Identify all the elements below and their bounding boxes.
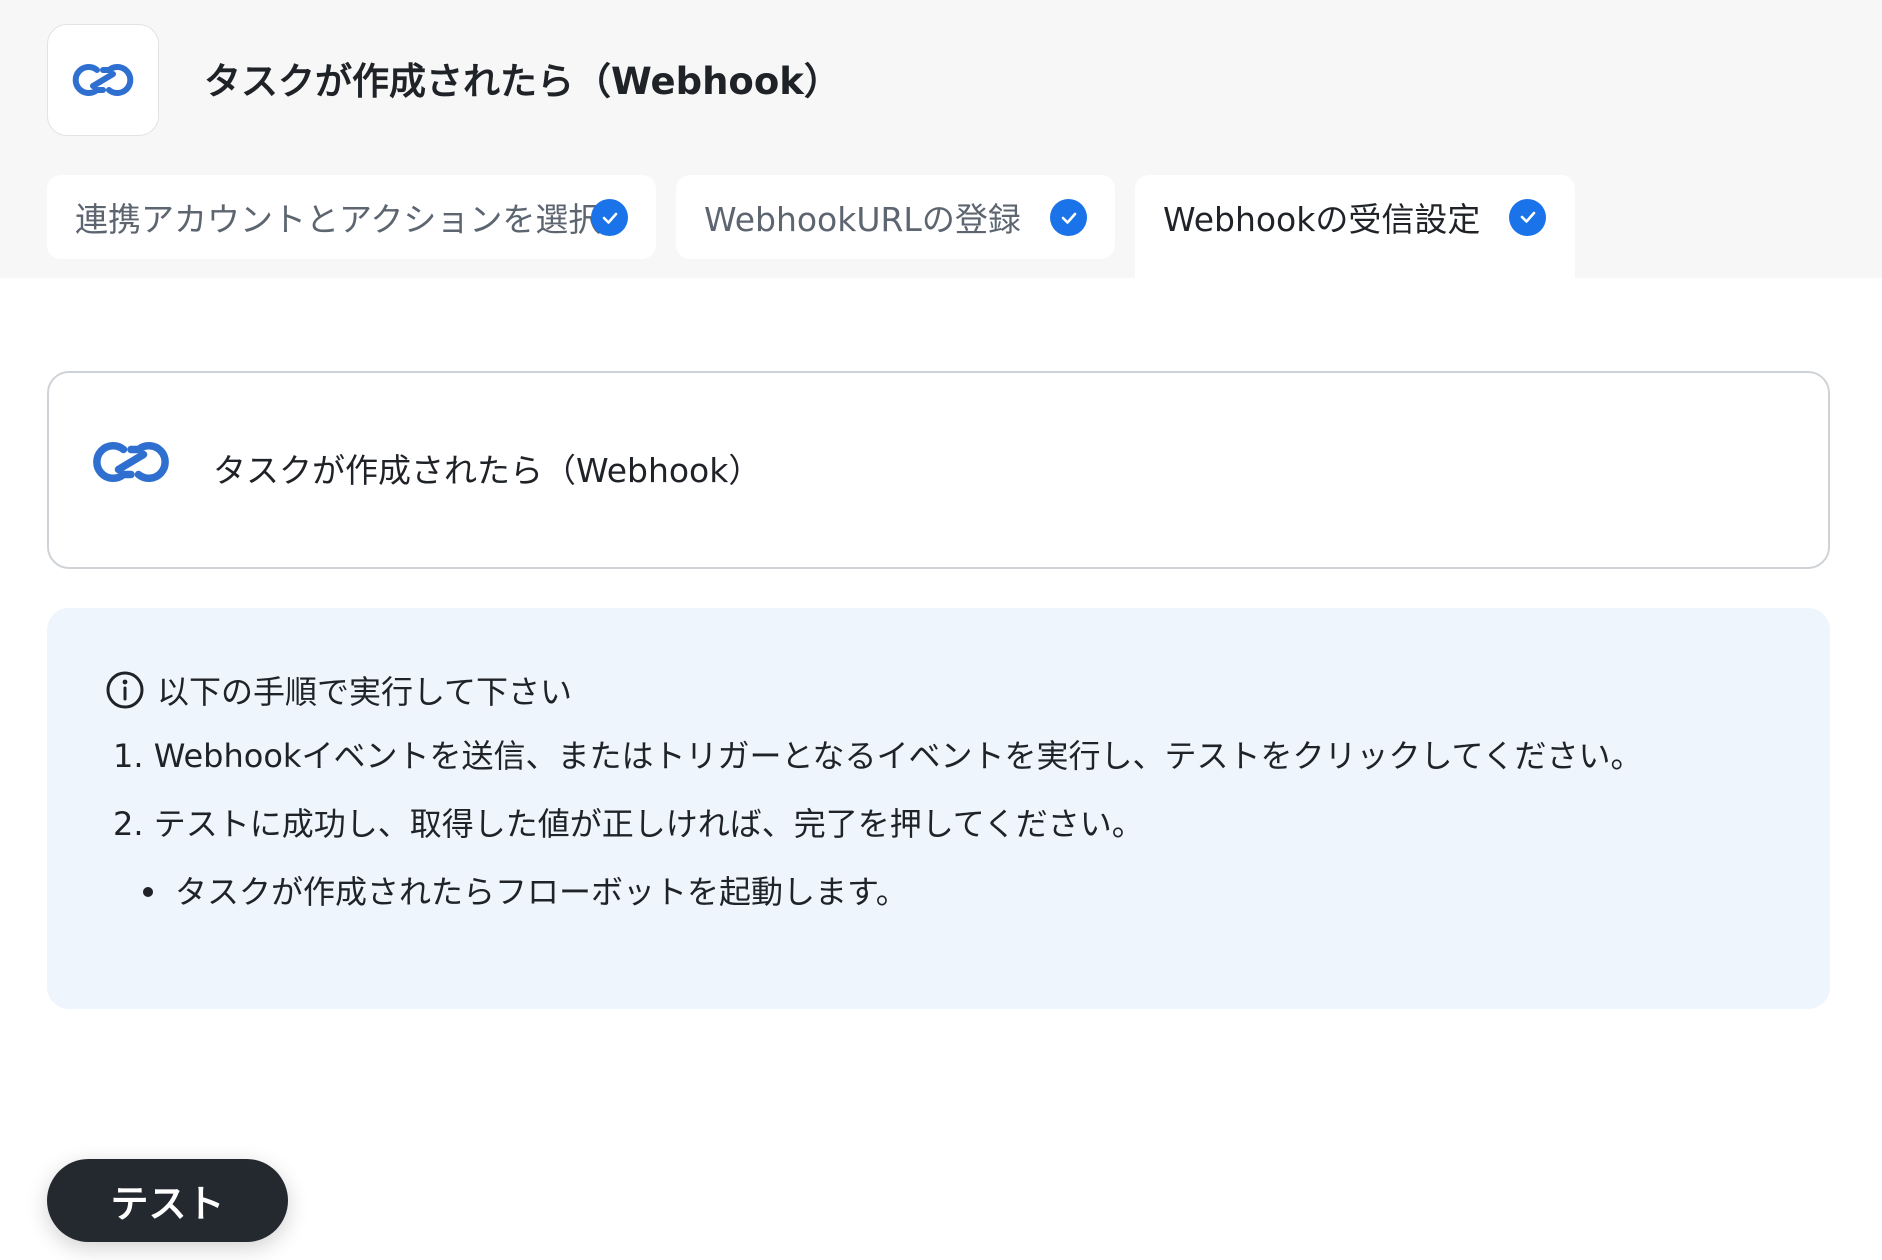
trigger-label: タスクが作成されたら（Webhook） [213, 451, 762, 490]
bullet-dot [143, 887, 153, 897]
step-header: タスクが作成されたら（Webhook） 連携アカウントとアクションを選択 Web… [0, 0, 1882, 278]
zoho-link-icon [72, 64, 134, 96]
checkmark-icon [1509, 198, 1546, 236]
instruction-note: タスクが作成されたらフローボットを起動します。 [143, 870, 908, 914]
instructions-box: 以下の手順で実行して下さい 1. Webhookイベントを送信、またはトリガーと… [47, 608, 1830, 1009]
test-button[interactable]: テスト [47, 1159, 288, 1242]
checkmark-icon [591, 199, 628, 236]
trigger-card: タスクが作成されたら（Webhook） [47, 371, 1830, 569]
instructions-heading: 以下の手順で実行して下さい [105, 667, 572, 713]
tab-label: 連携アカウントとアクションを選択 [75, 200, 602, 239]
app-icon-container [47, 24, 159, 136]
instruction-note-text: タスクが作成されたらフローボットを起動します。 [175, 873, 908, 911]
tab-label: WebhookURLの登録 [704, 200, 1021, 239]
tab-webhook-receive-settings[interactable]: Webhookの受信設定 [1135, 175, 1575, 278]
tab-select-account-action[interactable]: 連携アカウントとアクションを選択 [47, 175, 656, 259]
tab-webhook-url-registration[interactable]: WebhookURLの登録 [676, 175, 1115, 259]
page-title: タスクが作成されたら（Webhook） [204, 60, 841, 103]
info-icon [106, 671, 144, 709]
instruction-step: 2. テストに成功し、取得した値が正しければ、完了を押してください。 [113, 805, 1144, 843]
checkmark-icon [1050, 199, 1087, 236]
zoho-link-icon [93, 442, 169, 482]
tab-label: Webhookの受信設定 [1163, 200, 1481, 239]
instruction-step: 1. Webhookイベントを送信、またはトリガーとなるイベントを実行し、テスト… [113, 737, 1643, 775]
instructions-heading-text: 以下の手順で実行して下さい [157, 673, 573, 711]
